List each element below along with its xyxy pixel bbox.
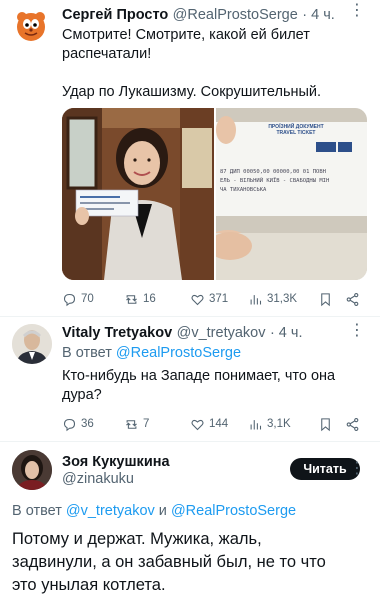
reply-to-link[interactable]: @RealProstoSerge [171,503,296,519]
media-grid[interactable]: ПРОЇЗНИЙ ДОКУМЕНТ TRAVEL TICKET 87 ДИП 0… [62,108,367,280]
like-icon [191,294,204,305]
tweet-text-line: Удар по Лукашизму. Сокрушительный. [62,84,322,100]
retweet-button[interactable]: 7 [124,415,149,433]
reply-count: 70 [81,293,94,305]
more-icon[interactable]: ⋮ [349,461,366,477]
ticket-row: ЧА ТИХАНОВСЬКА [220,187,267,193]
ticket-row: 87 ДИП 00050,00 00000,00 01 ПОВН [220,169,326,175]
reply-to-link[interactable]: @RealProstoSerge [116,345,241,361]
divider [0,316,380,317]
hedgehog-avatar-image [17,12,45,41]
author-handle[interactable]: @v_tretyakov [177,325,266,341]
reply-button[interactable]: 70 [62,290,94,308]
retweet-icon [126,419,137,429]
bookmark-icon [321,417,330,431]
train-photo-image [62,108,214,280]
views-count: 31,3K [267,293,298,305]
tweet-actions: 70 16 371 31,3K [62,290,362,308]
tweet-2[interactable]: Vitaly Tretyakov @v_tretyakov · 4 ч. ⋮ В… [0,318,380,442]
author-handle[interactable]: @RealProstoSerge [173,7,298,23]
retweet-icon [126,294,137,304]
tweet-text-line: это унылая котлета. [12,576,166,594]
share-button[interactable] [345,290,360,308]
author-name[interactable]: Сергей Просто [62,7,168,23]
like-button[interactable]: 144 [190,415,228,433]
portrait-avatar-image [12,450,52,490]
views-icon [250,419,262,429]
share-icon [346,292,359,306]
retweet-count: 16 [143,293,156,305]
tweet-text-line: Потому и держат. Мужика, жаль, [12,530,262,548]
reply-to-link[interactable]: @v_tretyakov [66,503,155,519]
share-button[interactable] [345,415,360,433]
avatar-realprostoserge[interactable] [12,6,50,44]
reply-icon [63,293,76,306]
tweet-actions: 36 7 144 3,1K [62,415,362,433]
photo-woman-with-ticket[interactable] [62,108,214,280]
tweet-text-line: распечатали! [62,46,152,62]
tweet-1[interactable]: Сергей Просто @RealProstoSerge · 4 ч. ⋮ … [0,0,380,318]
retweet-button[interactable]: 16 [124,290,156,308]
reply-count: 36 [81,418,94,430]
reply-conjunction: и [158,503,167,519]
more-icon[interactable]: ⋮ [349,3,366,19]
avatar-zinakuku[interactable] [12,450,52,490]
like-button[interactable]: 371 [190,290,228,308]
reply-button[interactable]: 36 [62,415,94,433]
views-button[interactable]: 31,3K [248,290,297,308]
like-count: 144 [209,418,229,430]
reply-prefix: В ответ [62,345,112,361]
like-icon [191,419,204,430]
retweet-count: 7 [143,418,150,430]
reply-prefix: В ответ [12,503,62,519]
views-count: 3,1K [267,418,291,430]
portrait-avatar-image [12,324,52,364]
more-icon[interactable]: ⋮ [349,323,366,339]
tweet-text-line: дура? [62,387,102,403]
reply-icon [63,418,76,431]
avatar-v-tretyakov[interactable] [12,324,52,364]
timestamp[interactable]: · 4 ч. [302,7,335,23]
author-handle[interactable]: @zinakuku [62,471,170,487]
bookmark-icon [321,292,330,306]
tweet-text-line: Кто-нибудь на Западе понимает, что она [62,368,336,384]
bookmark-button[interactable] [318,290,333,308]
author-name[interactable]: Зоя Кукушкина [62,454,170,470]
ticket-subtitle: TRAVEL TICKET [276,130,316,136]
author-name[interactable]: Vitaly Tretyakov [62,325,172,341]
timestamp[interactable]: · 4 ч. [270,325,303,341]
photo-ticket-closeup[interactable]: ПРОЇЗНИЙ ДОКУМЕНТ TRAVEL TICKET 87 ДИП 0… [216,108,367,280]
views-button[interactable]: 3,1K [248,415,291,433]
bookmark-button[interactable] [318,415,333,433]
views-icon [250,294,262,304]
share-icon [346,417,359,431]
like-count: 371 [209,293,229,305]
ticket-row: ЕЛЬ - ВІЛЬНИЙ КИЇВ - СВАБОДНЫ МІН [220,178,330,184]
tweet-text-line: Смотрите! Смотрите, какой ей билет [62,27,310,43]
tweet-text-line: задвинули, а он забавный был, не то что [12,553,326,571]
